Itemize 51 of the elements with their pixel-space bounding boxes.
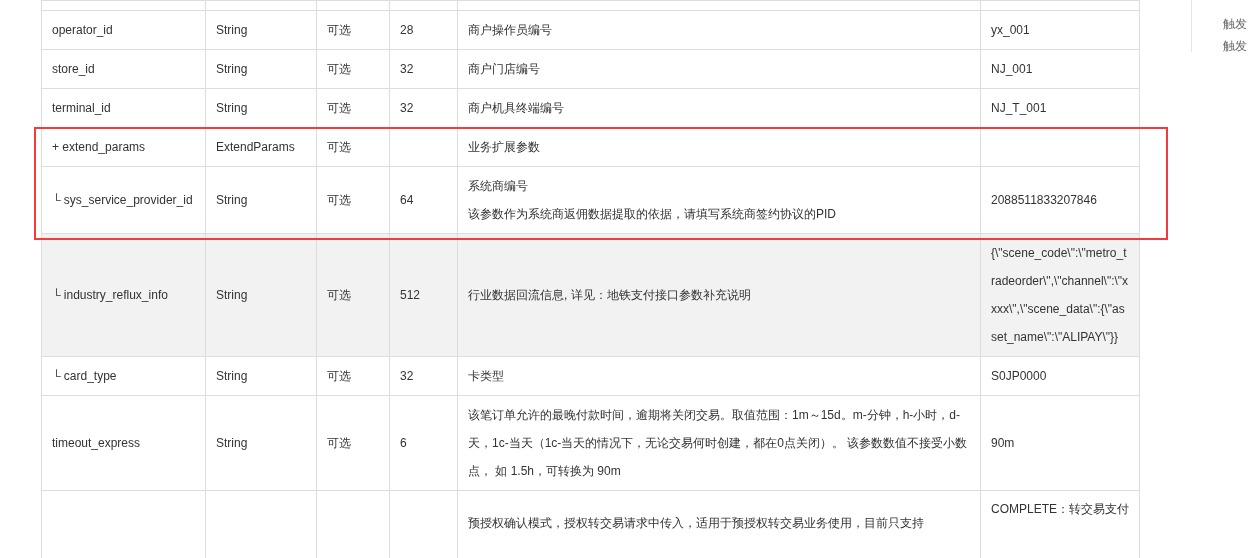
description-text: 预授权确认模式，授权转交易请求中传入，适用于预授权转交易业务使用，目前只支持 bbox=[468, 516, 924, 530]
example-value: S0JP0000 bbox=[991, 369, 1047, 383]
description-text: 商户门店编号 bbox=[468, 62, 540, 76]
description-text: 卡类型 bbox=[468, 369, 504, 383]
example-value: NJ_001 bbox=[991, 62, 1033, 76]
required-text: 可选 bbox=[327, 140, 351, 154]
type-text: ExtendParams bbox=[216, 140, 295, 154]
example-value: 2088511833207846 bbox=[991, 193, 1097, 207]
parameter-name: timeout_express bbox=[52, 436, 141, 450]
required-text: 可选 bbox=[327, 101, 351, 115]
required-text: 可选 bbox=[327, 193, 351, 207]
required-text: 可选 bbox=[327, 369, 351, 383]
description-text: 该笔订单允许的最晚付款时间，逾期将关闭交易。取值范围：1m～15d。m-分钟，h-小时，d-天，1c-当天（1c-当天的情况下，无论交易何时创建，都在0点关闭）。 该参数数值不接受小数点， 如 1.5h，可转换为 90m bbox=[468, 408, 968, 478]
sidebar-note[interactable]: 触发 bbox=[1223, 13, 1247, 35]
type-text: String bbox=[216, 436, 248, 450]
description-text: 业务扩展参数 bbox=[468, 140, 540, 154]
type-text: String bbox=[216, 193, 248, 207]
length-text: 6 bbox=[400, 436, 407, 450]
type-text: String bbox=[216, 101, 248, 115]
type-text: String bbox=[216, 23, 248, 37]
parameter-name: └ card_type bbox=[52, 369, 117, 383]
length-text: 32 bbox=[400, 101, 414, 115]
parameter-name: operator_id bbox=[52, 23, 113, 37]
length-text: 512 bbox=[400, 288, 421, 302]
example-value: NJ_T_001 bbox=[991, 101, 1047, 115]
description-text: 该参数作为系统商返佣数据提取的依据，请填写系统商签约协议的PID bbox=[468, 206, 837, 223]
parameter-name: terminal_id bbox=[52, 101, 111, 115]
type-text: String bbox=[216, 369, 248, 383]
description-text: 系统商编号 bbox=[468, 178, 529, 195]
length-text: 64 bbox=[400, 193, 414, 207]
example-value: COMPLETE：转交易支付 bbox=[991, 502, 1129, 516]
sidebar-note[interactable]: 触发 bbox=[1223, 35, 1247, 57]
required-text: 可选 bbox=[327, 23, 351, 37]
description-text: 商户机具终端编号 bbox=[468, 101, 564, 115]
length-text: 28 bbox=[400, 23, 414, 37]
description-text: 行业数据回流信息, 详见：地铁支付接口参数补充说明 bbox=[468, 288, 751, 302]
type-text: String bbox=[216, 288, 248, 302]
type-text: String bbox=[216, 62, 248, 76]
length-text: 32 bbox=[400, 369, 414, 383]
required-text: 可选 bbox=[327, 436, 351, 450]
length-text: 32 bbox=[400, 62, 414, 76]
example-value: yx_001 bbox=[991, 23, 1030, 37]
example-value: {\"scene_code\":\"metro_tradeorder\",\"channel\":\"xxxx\",\"scene_data\":{\"asset_name\":\"ALIPAY\"}} bbox=[991, 246, 1129, 344]
description-text: 商户操作员编号 bbox=[468, 23, 552, 37]
parameter-name: + extend_params bbox=[52, 140, 146, 154]
required-text: 可选 bbox=[327, 288, 351, 302]
example-value: 90m bbox=[991, 436, 1015, 450]
parameter-name: store_id bbox=[52, 62, 95, 76]
parameter-name: └ industry_reflux_info bbox=[52, 288, 168, 302]
parameter-name: └ sys_service_provider_id bbox=[52, 193, 193, 207]
required-text: 可选 bbox=[327, 62, 351, 76]
